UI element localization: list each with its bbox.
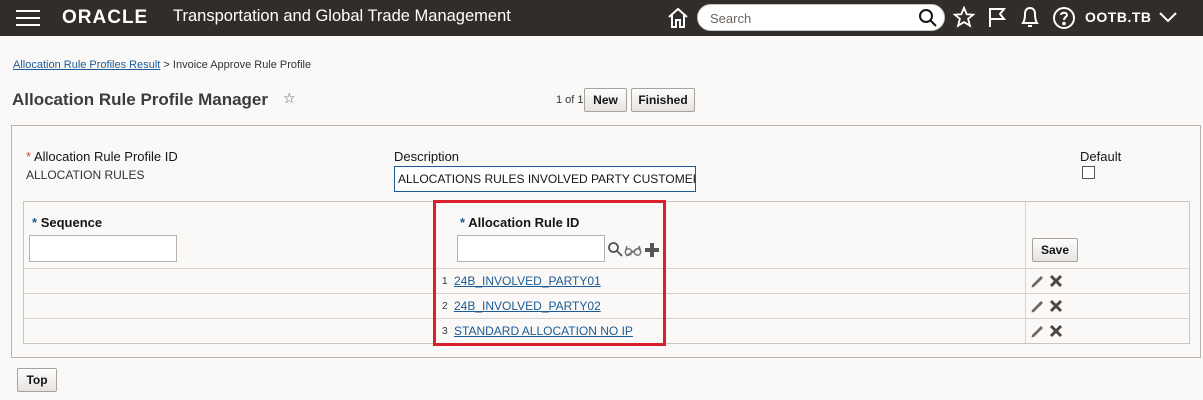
user-menu[interactable]: OOTB.TB	[1085, 9, 1152, 25]
edit-pencil-icon[interactable]	[1030, 298, 1046, 314]
pager-text: 1 of 1	[556, 94, 584, 106]
app-title: Transportation and Global Trade Manageme…	[173, 7, 511, 25]
bell-icon[interactable]	[1019, 5, 1041, 29]
rule-link[interactable]: 24B_INVOLVED_PARTY01	[454, 274, 601, 288]
oracle-logo: ORACLE	[62, 7, 149, 28]
delete-x-icon[interactable]	[1048, 323, 1064, 339]
top-button[interactable]: Top	[17, 368, 57, 392]
top-bar: ORACLE Transportation and Global Trade M…	[0, 0, 1203, 36]
sequence-header: * Sequence	[32, 215, 103, 230]
star-icon[interactable]	[953, 6, 975, 28]
description-input[interactable]	[394, 166, 696, 192]
grid-divider	[24, 268, 1189, 269]
profile-panel: * Allocation Rule Profile ID ALLOCATION …	[11, 125, 1201, 358]
grid-divider	[433, 202, 434, 343]
row-number: 2	[442, 301, 448, 312]
rule-id-header: * Allocation Rule ID	[460, 215, 580, 230]
home-icon[interactable]	[666, 6, 690, 30]
breadcrumb-separator: >	[163, 59, 170, 71]
rules-grid: * Sequence * Allocation Rule ID Save 1 2…	[23, 201, 1190, 344]
sequence-input[interactable]	[29, 235, 177, 262]
rule-id-input[interactable]	[457, 235, 605, 262]
search-icon[interactable]	[918, 8, 938, 28]
glasses-icon[interactable]	[624, 242, 642, 258]
rule-link[interactable]: 24B_INVOLVED_PARTY02	[454, 299, 601, 313]
hamburger-menu-icon[interactable]	[16, 10, 40, 26]
new-button[interactable]: New	[584, 88, 627, 112]
grid-divider	[1025, 202, 1026, 343]
edit-pencil-icon[interactable]	[1030, 273, 1046, 289]
save-button[interactable]: Save	[1032, 238, 1078, 262]
row-number: 3	[442, 326, 448, 337]
profile-id-label: * Allocation Rule Profile ID	[26, 149, 178, 164]
grid-divider	[24, 318, 1189, 319]
search-box	[697, 4, 945, 31]
finished-button[interactable]: Finished	[631, 88, 695, 112]
breadcrumb: Allocation Rule Profiles Result > Invoic…	[13, 59, 311, 71]
rule-link[interactable]: STANDARD ALLOCATION NO IP	[454, 324, 633, 338]
flag-icon[interactable]	[987, 6, 1007, 28]
delete-x-icon[interactable]	[1048, 273, 1064, 289]
edit-pencil-icon[interactable]	[1030, 323, 1046, 339]
chevron-down-icon[interactable]	[1157, 8, 1179, 26]
profile-id-value: ALLOCATION RULES	[26, 168, 145, 182]
page-title: Allocation Rule Profile Manager	[12, 90, 268, 109]
delete-x-icon[interactable]	[1048, 298, 1064, 314]
required-marker: *	[26, 149, 32, 164]
default-label: Default	[1080, 149, 1122, 164]
grid-divider	[24, 293, 1189, 294]
default-checkbox[interactable]	[1082, 166, 1095, 179]
description-label: Description	[394, 149, 460, 164]
help-icon[interactable]	[1052, 6, 1076, 30]
breadcrumb-link-results[interactable]: Allocation Rule Profiles Result	[13, 59, 160, 71]
add-icon[interactable]	[644, 242, 660, 258]
breadcrumb-current: Invoice Approve Rule Profile	[172, 59, 312, 71]
favorite-star-icon[interactable]: ☆	[283, 91, 296, 107]
search-icon[interactable]	[607, 241, 623, 257]
search-input[interactable]	[710, 9, 910, 27]
row-number: 1	[442, 276, 448, 287]
